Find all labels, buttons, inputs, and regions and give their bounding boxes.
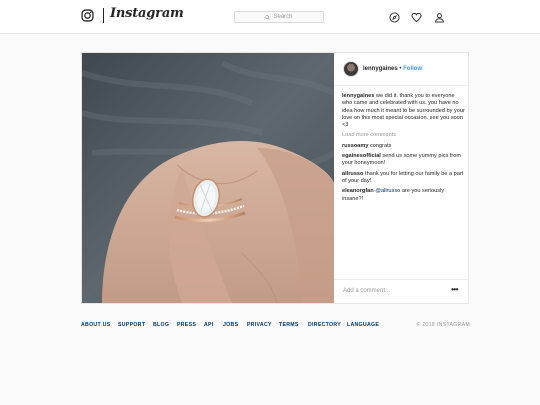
footer-link-jobs[interactable]: JOBS [223, 322, 238, 328]
instagram-camera-icon[interactable] [81, 9, 94, 22]
comment-item: eleanorgfan @allrusso are you seriously … [342, 188, 466, 203]
comment-text: congrats [370, 142, 392, 149]
comment-username[interactable]: eleanorgfan [342, 188, 374, 194]
footer-link-privacy[interactable]: PRIVACY [247, 322, 272, 328]
search-input[interactable]: Search [234, 11, 324, 23]
compass-icon[interactable] [389, 12, 400, 23]
ring-hand-image [82, 53, 334, 303]
comment-username[interactable]: egainesofficial [342, 153, 381, 159]
post-username[interactable]: lennygaines [363, 66, 398, 72]
caption-username[interactable]: lennygaines [342, 93, 374, 99]
footer-link-directory[interactable]: DIRECTORY [308, 322, 341, 328]
comment-mention[interactable]: @allrusso [375, 188, 400, 194]
footer-link-press[interactable]: PRESS [177, 322, 196, 328]
comment-item: egainesofficial send us some yummy pics … [342, 153, 466, 168]
post-card: lennygaines • Follow lennygaines we did … [81, 52, 469, 304]
instagram-wordmark[interactable]: Instagram [110, 6, 184, 21]
post-photo[interactable] [82, 53, 334, 303]
comments-list: lennygaines we did it. thank you to ever… [342, 93, 466, 206]
profile-icon[interactable] [434, 12, 445, 23]
add-comment-bar: Add a comment... ••• [334, 279, 469, 303]
separator-dot: • [399, 66, 402, 72]
post-sidebar: lennygaines • Follow lennygaines we did … [334, 53, 469, 303]
footer-link-language[interactable]: LANGUAGE [347, 322, 379, 328]
comment-username[interactable]: allrusso [342, 171, 363, 177]
footer-link-terms[interactable]: TERMS [279, 322, 299, 328]
follow-button[interactable]: Follow [403, 66, 422, 72]
top-nav-bar: Instagram Search [0, 0, 540, 34]
more-options-icon[interactable]: ••• [451, 285, 458, 294]
footer-link-about[interactable]: ABOUT US [81, 322, 111, 328]
footer-link-support[interactable]: SUPPORT [118, 322, 145, 328]
heart-icon[interactable] [411, 12, 422, 23]
search-placeholder: Search [273, 14, 293, 20]
caption: lennygaines we did it. thank you to ever… [342, 93, 466, 129]
comment-item: russoamy congrats [342, 143, 466, 150]
footer-link-blog[interactable]: BLOG [153, 322, 169, 328]
post-header-text: lennygaines • Follow [363, 65, 422, 73]
footer: ABOUT US SUPPORT BLOG PRESS API JOBS PRI… [81, 322, 470, 332]
load-more-comments-button[interactable]: Load more comments [342, 132, 466, 139]
add-comment-input[interactable]: Add a comment... [343, 288, 390, 294]
search-icon [265, 14, 271, 20]
comment-username[interactable]: russoamy [342, 143, 368, 149]
logo-divider [103, 8, 104, 23]
avatar[interactable] [343, 61, 359, 77]
copyright: © 2018 INSTAGRAM [416, 322, 470, 328]
footer-link-api[interactable]: API [204, 322, 214, 328]
comment-item: allrusso thank you for letting our famil… [342, 171, 466, 186]
post-header: lennygaines • Follow [334, 53, 469, 86]
